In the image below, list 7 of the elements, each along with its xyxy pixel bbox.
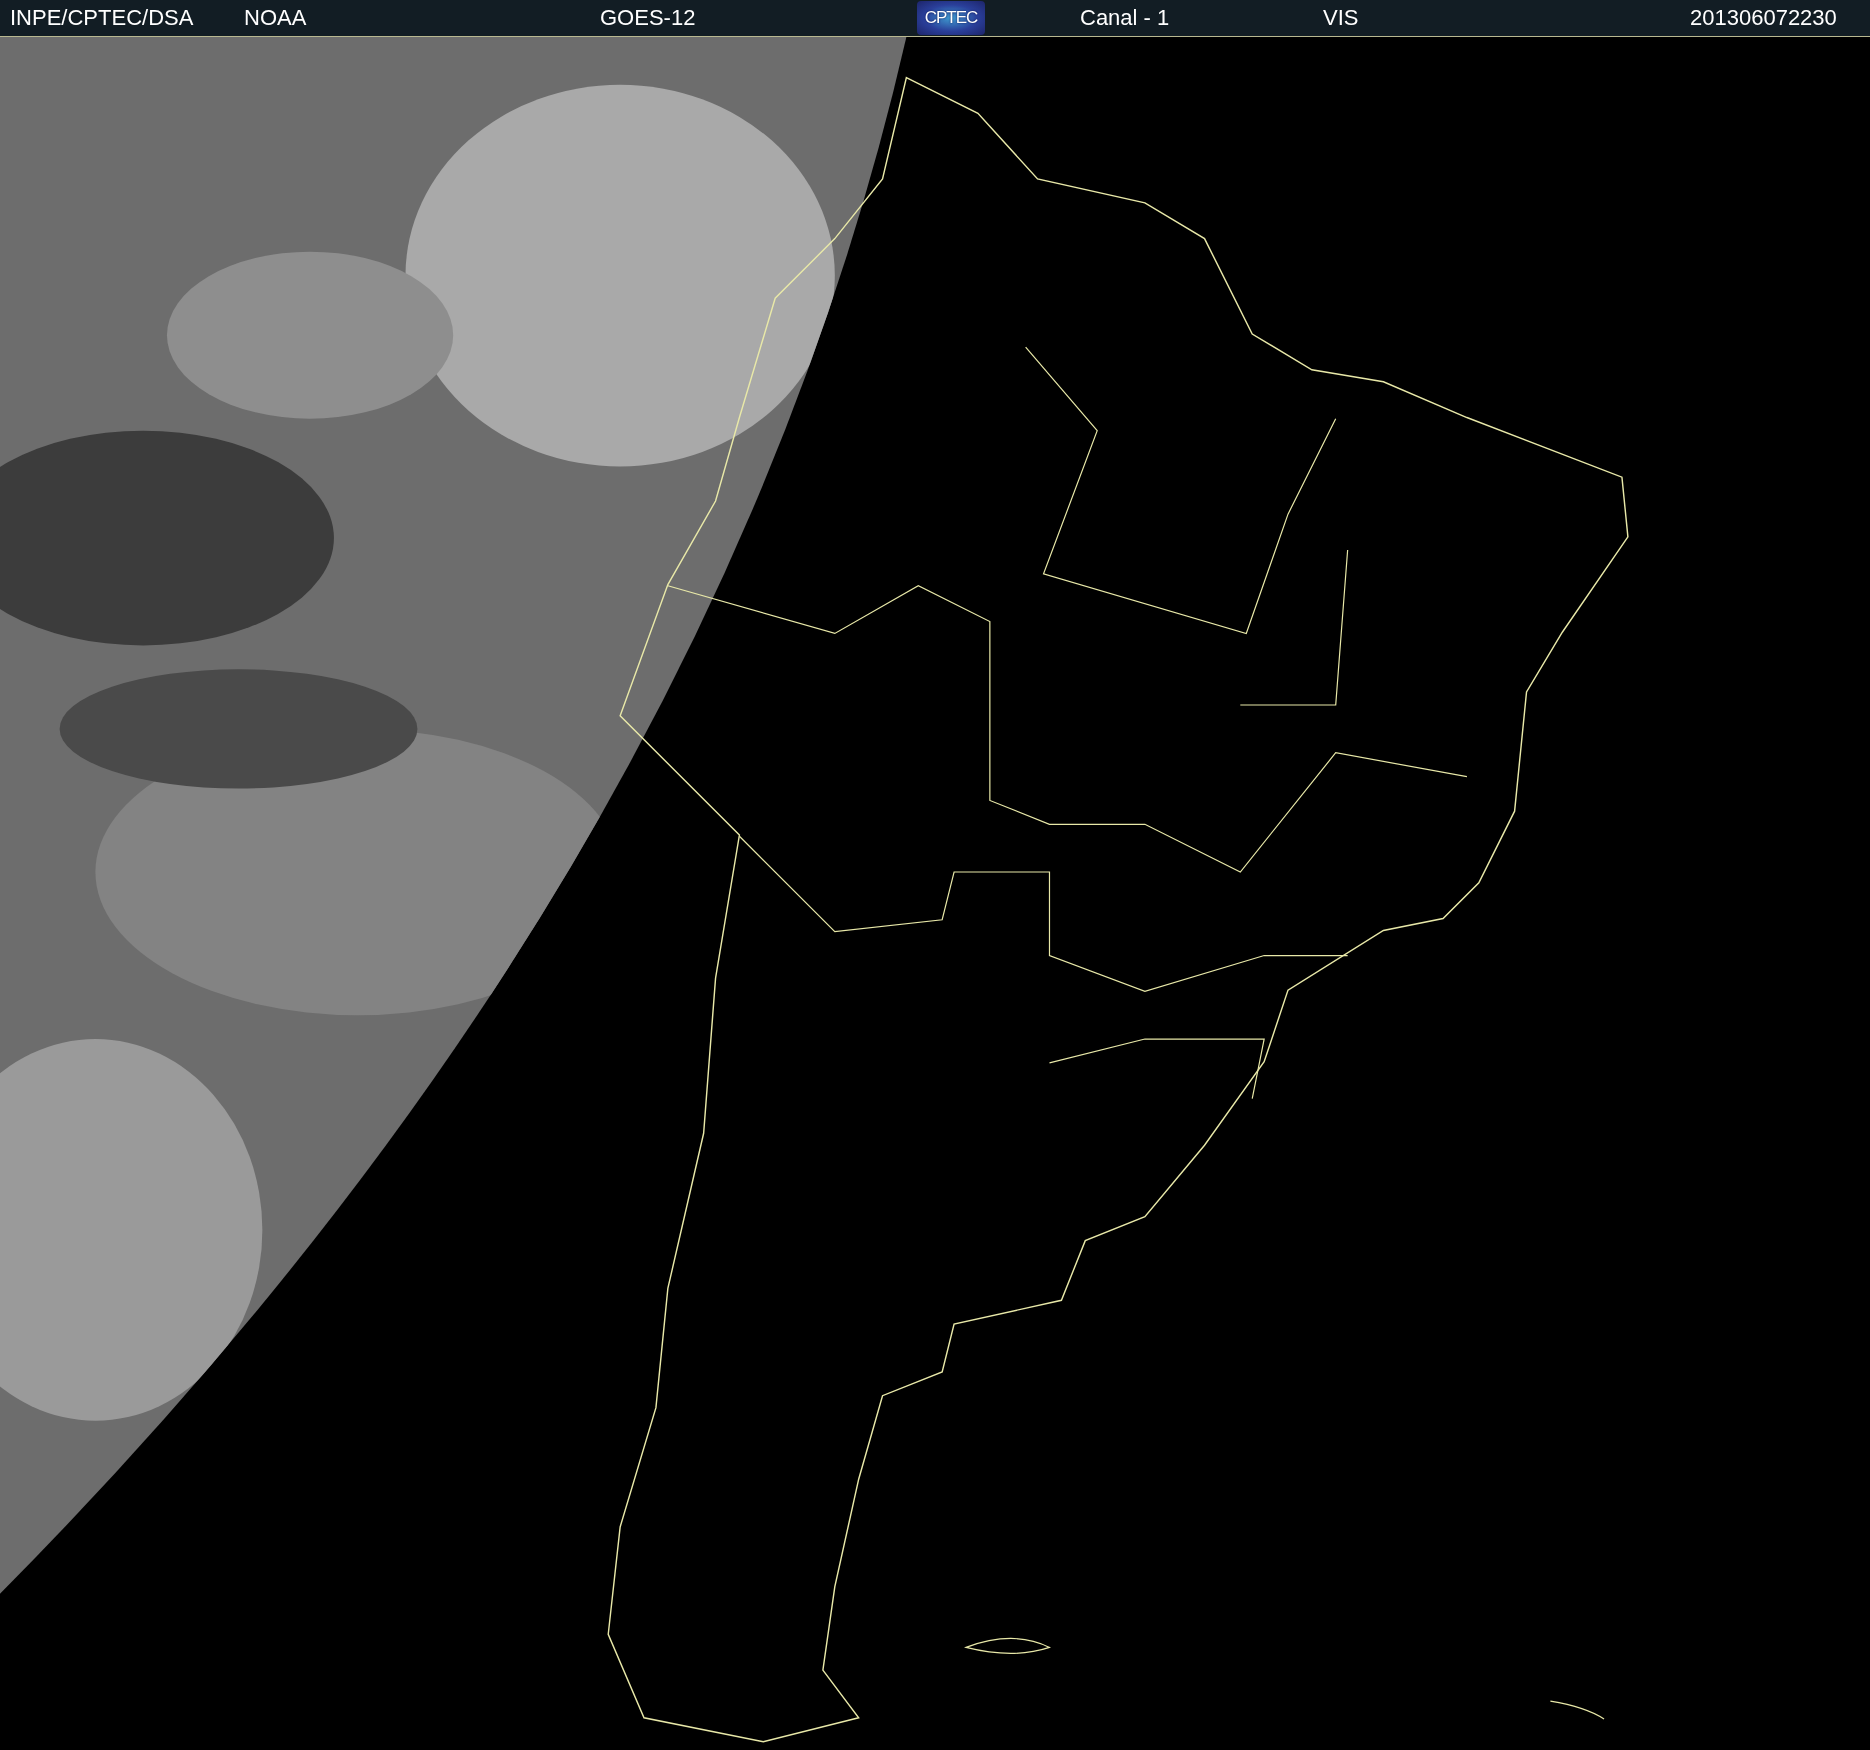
logo: CPTEC [917,1,985,35]
source-label: INPE/CPTEC/DSA [10,5,195,31]
agency-label: NOAA [244,5,308,31]
band-label: VIS [1323,5,1360,31]
timestamp-label: 201306072230 [1690,5,1838,31]
channel-label: Canal - 1 [1080,5,1171,31]
satellite-label: GOES-12 [600,5,697,31]
